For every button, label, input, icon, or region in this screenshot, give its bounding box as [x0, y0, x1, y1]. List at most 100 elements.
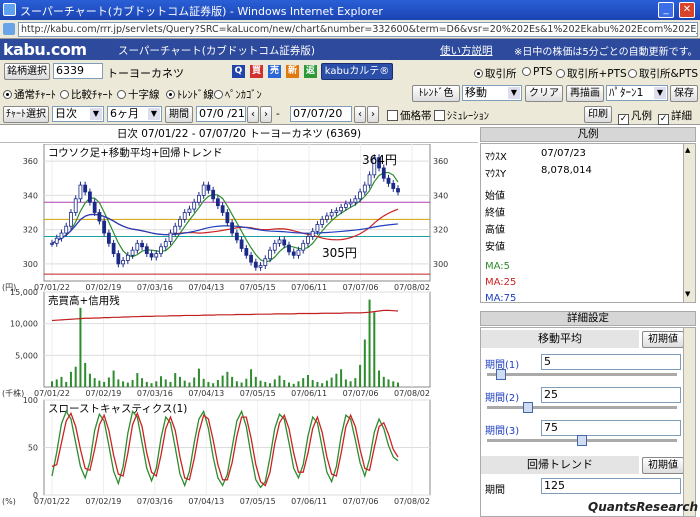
legend-box: ﾏｳｽX 07/07/23 ﾏｳｽY 8,078,014 始値 終値 高値 安値 MA:5 MA:… [480, 143, 696, 304]
candle-body [386, 177, 391, 184]
market-radio-and[interactable]: 取引所&PTS [628, 66, 698, 81]
date-from-next-icon[interactable]: › [260, 106, 272, 123]
simulation-check[interactable]: ｼﾐｭﾚｰｼｮﾝ [434, 108, 489, 123]
trend-init-button[interactable]: 初期値 [642, 457, 684, 474]
volume-bar [65, 381, 68, 387]
kabucom-logo[interactable]: kabu.com [3, 40, 87, 59]
karte-button[interactable]: kabuカルテ® [321, 63, 393, 80]
market-radio-both[interactable]: 取引所+PTS [556, 66, 627, 81]
candle-body [353, 198, 358, 203]
candle-body [116, 253, 121, 265]
scroll-up-icon[interactable]: ▲ [685, 146, 694, 156]
x-tick-label: 07/06/11 [291, 497, 327, 506]
chart-type-compare[interactable]: 比較ﾁｬｰﾄ [60, 87, 113, 102]
redraw-button[interactable]: 再描画 [566, 85, 604, 102]
date-from-input[interactable]: 07/0 /21 [196, 106, 246, 122]
volume-bar [174, 373, 177, 387]
candle-body [159, 246, 163, 254]
save-button[interactable]: 保存 [670, 85, 698, 102]
trend-header: 回帰トレンド [481, 456, 639, 474]
period-type-select[interactable]: 日次 [52, 106, 104, 122]
y-tick-label: 10,000 [10, 320, 38, 329]
y-tick-label-right: 300 [433, 260, 448, 269]
code-select-button[interactable]: 銘柄選択 [4, 63, 50, 80]
volume-bar [306, 374, 309, 387]
candle-body [329, 212, 334, 217]
q-icon[interactable]: Q [232, 65, 245, 78]
chart-canvas[interactable]: 07/01/22 07/02/19 07/03/16 07/04/13 07/05/15… [0, 144, 478, 517]
period-slider-thumb[interactable] [496, 369, 506, 380]
draw-crosshair[interactable]: 十字線 [117, 87, 160, 102]
clear-button[interactable]: クリア [525, 85, 563, 102]
x-tick-label: 07/08/02 [394, 283, 430, 292]
period-slider-track[interactable] [487, 406, 677, 409]
date-to-input[interactable]: 07/07/20 [290, 106, 352, 122]
candle-body [192, 201, 197, 210]
sell-icon[interactable]: 売 [268, 65, 281, 78]
candle-body [197, 194, 201, 203]
volume-bar [126, 382, 129, 387]
candle-body [277, 239, 282, 244]
chart-area[interactable]: 日次 07/01/22 - 07/07/20 トーヨーカネツ (6369) 07… [0, 127, 478, 517]
period-input[interactable]: 5 [541, 354, 681, 370]
new-icon[interactable]: 新 [286, 65, 299, 78]
trend-color-button[interactable]: ﾄﾚﾝﾄﾞ色 [412, 85, 460, 102]
close-icon[interactable]: ✕ [679, 2, 695, 18]
period-input[interactable]: 75 [541, 420, 681, 436]
volume-bar [250, 369, 253, 387]
candle-body [320, 218, 325, 225]
period-slider-track[interactable] [487, 373, 677, 376]
market-label: 取引所&PTS [639, 68, 699, 80]
candle-body [130, 249, 135, 256]
details-scrollbar[interactable] [683, 328, 695, 516]
period-slider-thumb[interactable] [523, 402, 533, 413]
legend-check[interactable]: ✓ 凡例 [618, 108, 652, 125]
candle-body [391, 182, 396, 189]
ma-header: 移動平均 [481, 330, 639, 348]
period-slider-thumb[interactable] [577, 435, 587, 446]
legend-scrollbar[interactable]: ▲ ▼ [683, 144, 695, 302]
code-input[interactable]: 6339 [53, 63, 103, 79]
minimize-icon[interactable]: _ [658, 2, 674, 18]
volume-bar [160, 376, 163, 387]
x-tick-label: 07/03/16 [137, 497, 173, 506]
range-value: 6ヶ月 [110, 107, 139, 120]
volume-bar [107, 377, 110, 387]
date-to-prev-icon[interactable]: ‹ [354, 106, 366, 123]
draw-trendline[interactable]: ﾄﾚﾝﾄﾞ線 [166, 87, 214, 102]
candle-body [154, 253, 159, 258]
price-band-check[interactable]: 価格帯 [387, 108, 432, 123]
legend-key: 高値 [485, 225, 505, 236]
date-from-prev-icon[interactable]: ‹ [247, 106, 259, 123]
help-link[interactable]: 使い方説明 [440, 43, 493, 58]
range-select[interactable]: 6ヶ月 [107, 106, 162, 122]
url-field[interactable]: http://kabu.com/rrr.jp/servlets/Query?SR… [18, 22, 698, 37]
print-button[interactable]: 印刷 [584, 106, 612, 123]
detail-check[interactable]: ✓ 詳細 [658, 108, 692, 125]
scroll-down-icon[interactable]: ▼ [685, 290, 694, 300]
date-to-next-icon[interactable]: › [367, 106, 379, 123]
return-icon[interactable]: 返 [304, 65, 317, 78]
period-label-button[interactable]: 期間 [165, 106, 193, 123]
volume-bar [88, 373, 91, 387]
pattern-select-value: ﾊﾟﾀｰﾝ1 [609, 86, 644, 99]
volume-bar [117, 379, 120, 387]
draw-pentagon[interactable]: ﾍﾟﾝｶｺﾞﾝ [214, 87, 262, 102]
company-name: トーヨーカネツ [107, 67, 184, 80]
move-select[interactable]: 移動 [462, 85, 522, 101]
market-radio-exchange[interactable]: 取引所 [474, 66, 517, 81]
buy-icon[interactable]: 買 [250, 65, 263, 78]
volume-bar [212, 383, 215, 387]
market-radio-pts[interactable]: PTS [522, 66, 552, 78]
checkbox-icon: ✓ [658, 114, 669, 125]
address-bar: http://kabu.com/rrr.jp/servlets/Query?SR… [0, 20, 700, 39]
chart-select-button[interactable]: ﾁｬｰﾄ選択 [3, 106, 49, 123]
candle-body [206, 184, 211, 191]
pattern-select[interactable]: ﾊﾟﾀｰﾝ1 [606, 85, 668, 101]
volume-bar [335, 373, 338, 387]
period-input[interactable]: 25 [541, 387, 681, 403]
chart-type-normal[interactable]: 通常ﾁｬｰﾄ [3, 87, 56, 102]
ma-init-button[interactable]: 初期値 [642, 331, 684, 348]
trend-period-input[interactable]: 125 [541, 478, 681, 494]
side-panel: 凡例 ﾏｳｽX 07/07/23 ﾏｳｽY 8,078,014 始値 終値 高値 安値 MA:5… [480, 127, 700, 517]
